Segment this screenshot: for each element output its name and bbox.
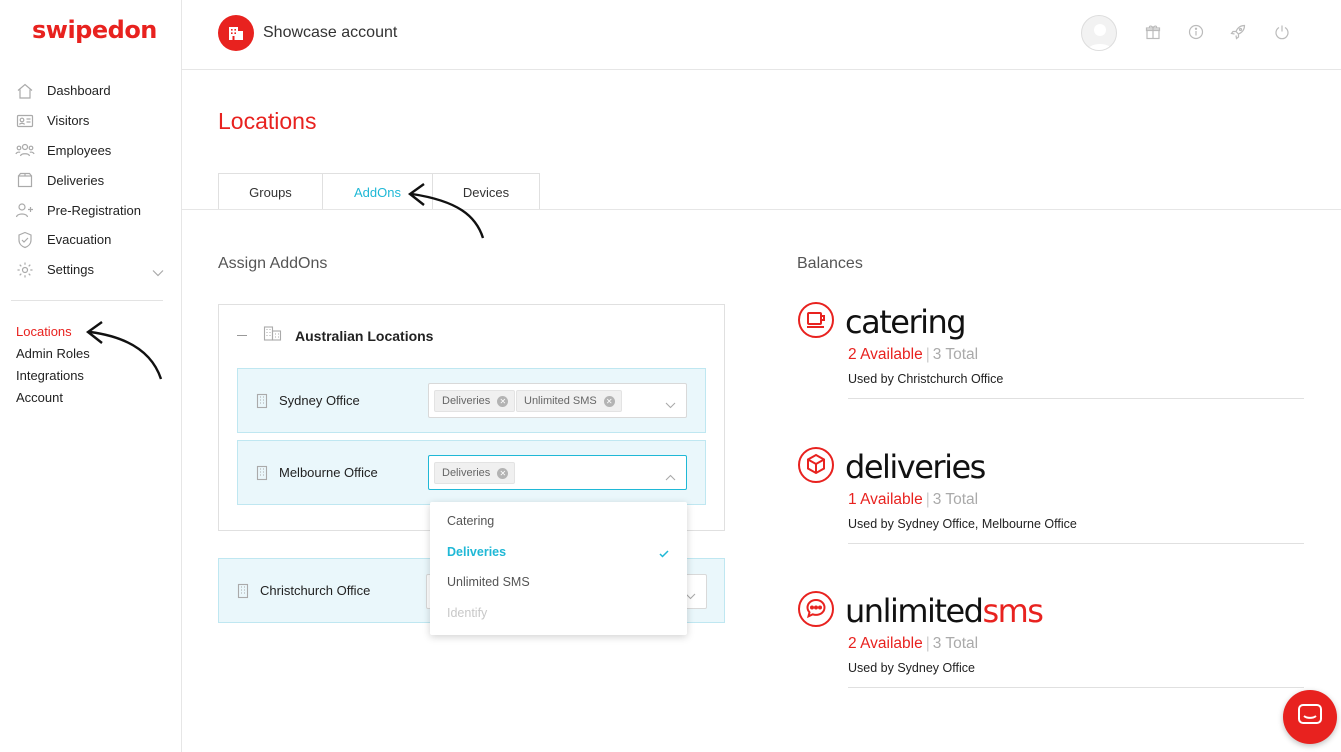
tab-bar: Groups AddOns Devices — [218, 173, 540, 210]
addon-name: deliveries — [845, 448, 986, 486]
checkmark-icon — [659, 547, 669, 561]
balance-deliveries: deliveries 1 Available | 3 Total Used by S… — [797, 446, 1304, 544]
chat-launcher-button[interactable] — [1283, 690, 1337, 744]
sidebar-item-settings[interactable]: Settings — [0, 255, 182, 285]
addon-chip: Deliveries ✕ — [434, 462, 516, 484]
dropdown-option-unlimited-sms[interactable]: Unlimited SMS — [430, 567, 687, 598]
location-group: Australian Locations Sydney Office Deliv… — [218, 304, 725, 531]
employees-icon — [15, 140, 35, 160]
dropdown-option-identify: Identify — [447, 605, 488, 620]
addon-chip: Deliveries ✕ — [434, 390, 516, 412]
subnav-account[interactable]: Account — [16, 389, 90, 411]
divider — [848, 687, 1304, 688]
location-name: Christchurch Office — [260, 582, 371, 598]
addon-name: catering — [845, 303, 967, 341]
building-icon — [237, 583, 249, 604]
remove-chip-icon[interactable]: ✕ — [497, 467, 509, 479]
sidebar-item-label: Pre-Registration — [47, 202, 141, 218]
building-group-icon — [263, 325, 283, 346]
remove-chip-icon[interactable]: ✕ — [603, 395, 615, 407]
chevron-down-icon[interactable] — [152, 264, 164, 282]
swipedon-logo[interactable]: swipedon — [32, 16, 157, 44]
sidebar-item-label: Employees — [47, 142, 112, 158]
sidebar-item-dashboard[interactable]: Dashboard — [0, 76, 182, 106]
add-user-icon — [15, 200, 35, 220]
location-row-sydney: Sydney Office Deliveries ✕ Unlimited SMS… — [237, 368, 706, 433]
addon-chip: Unlimited SMS ✕ — [516, 390, 622, 412]
location-name: Sydney Office — [279, 392, 360, 408]
addon-select-sydney[interactable]: Deliveries ✕ Unlimited SMS ✕ — [428, 383, 687, 418]
shield-icon — [15, 230, 35, 250]
building-icon — [256, 393, 268, 414]
used-by: Used by Sydney Office, Melbourne Office — [848, 517, 1077, 531]
chevron-down-icon[interactable] — [665, 396, 676, 414]
power-icon[interactable] — [1274, 24, 1290, 40]
tab-groups[interactable]: Groups — [219, 174, 323, 210]
dropdown-option-deliveries[interactable]: Deliveries — [430, 537, 687, 568]
home-icon — [15, 81, 35, 101]
addon-dropdown-menu: Catering Deliveries Unlimited SMS Identi… — [430, 502, 687, 635]
package-icon — [797, 446, 835, 489]
sidebar-item-label: Visitors — [47, 113, 90, 129]
page-title: Locations — [218, 108, 317, 134]
top-header: Showcase account — [182, 0, 1341, 70]
gift-icon[interactable] — [1145, 24, 1161, 40]
sidebar-item-label: Deliveries — [47, 172, 105, 188]
group-name: Australian Locations — [295, 327, 434, 344]
sidebar-item-visitors[interactable]: Visitors — [0, 106, 182, 136]
building-icon — [256, 465, 268, 486]
availability: 2 Available | 3 Total — [848, 346, 979, 363]
gear-icon — [15, 260, 35, 280]
sidebar-item-employees[interactable]: Employees — [0, 136, 182, 166]
addon-select-melbourne[interactable]: Deliveries ✕ — [428, 455, 687, 490]
dropdown-option-catering[interactable]: Catering — [430, 506, 687, 537]
balances-title: Balances — [797, 255, 863, 272]
sidebar-item-label: Dashboard — [47, 83, 111, 99]
rocket-icon[interactable] — [1230, 24, 1246, 40]
addon-name: unlimitedsms — [845, 592, 1044, 630]
account-name[interactable]: Showcase account — [263, 24, 397, 42]
balance-unlimited-sms: unlimitedsms 2 Available | 3 Total Used by… — [797, 590, 1304, 688]
sidebar-item-pre-registration[interactable]: Pre-Registration — [0, 195, 182, 225]
box-icon — [15, 170, 35, 190]
coffee-cup-icon — [797, 301, 835, 344]
sidebar-item-evacuation[interactable]: Evacuation — [0, 225, 182, 255]
remove-chip-icon[interactable]: ✕ — [497, 395, 509, 407]
divider — [848, 543, 1304, 544]
chevron-up-icon[interactable] — [665, 468, 676, 486]
availability: 2 Available | 3 Total — [848, 635, 979, 652]
chat-bubble-icon — [797, 590, 835, 633]
used-by: Used by Sydney Office — [848, 661, 975, 675]
annotation-arrow-icon — [85, 321, 163, 380]
collapse-icon[interactable] — [237, 335, 247, 336]
divider — [848, 398, 1304, 399]
availability: 1 Available | 3 Total — [848, 491, 979, 508]
building-icon — [218, 15, 254, 51]
chat-icon — [1297, 703, 1323, 732]
balance-catering: catering 2 Available | 3 Total Used by Chr… — [797, 301, 1304, 399]
avatar[interactable] — [1081, 15, 1117, 51]
sidebar-nav: Dashboard Visitors Employees Deliveries … — [0, 76, 182, 285]
assign-addons-title: Assign AddOns — [218, 255, 328, 272]
location-name: Melbourne Office — [279, 464, 378, 480]
sidebar-item-label: Evacuation — [47, 232, 112, 248]
visitor-card-icon — [15, 111, 35, 131]
sidebar-item-deliveries[interactable]: Deliveries — [0, 165, 182, 195]
used-by: Used by Christchurch Office — [848, 372, 1004, 386]
annotation-arrow-icon — [407, 183, 485, 239]
sidebar-item-label: Settings — [47, 262, 94, 278]
info-icon[interactable] — [1188, 24, 1204, 40]
location-row-melbourne: Melbourne Office Deliveries ✕ — [237, 440, 706, 505]
sidebar-divider — [11, 300, 163, 301]
group-header: Australian Locations — [237, 325, 433, 346]
tab-underline — [182, 209, 1341, 210]
